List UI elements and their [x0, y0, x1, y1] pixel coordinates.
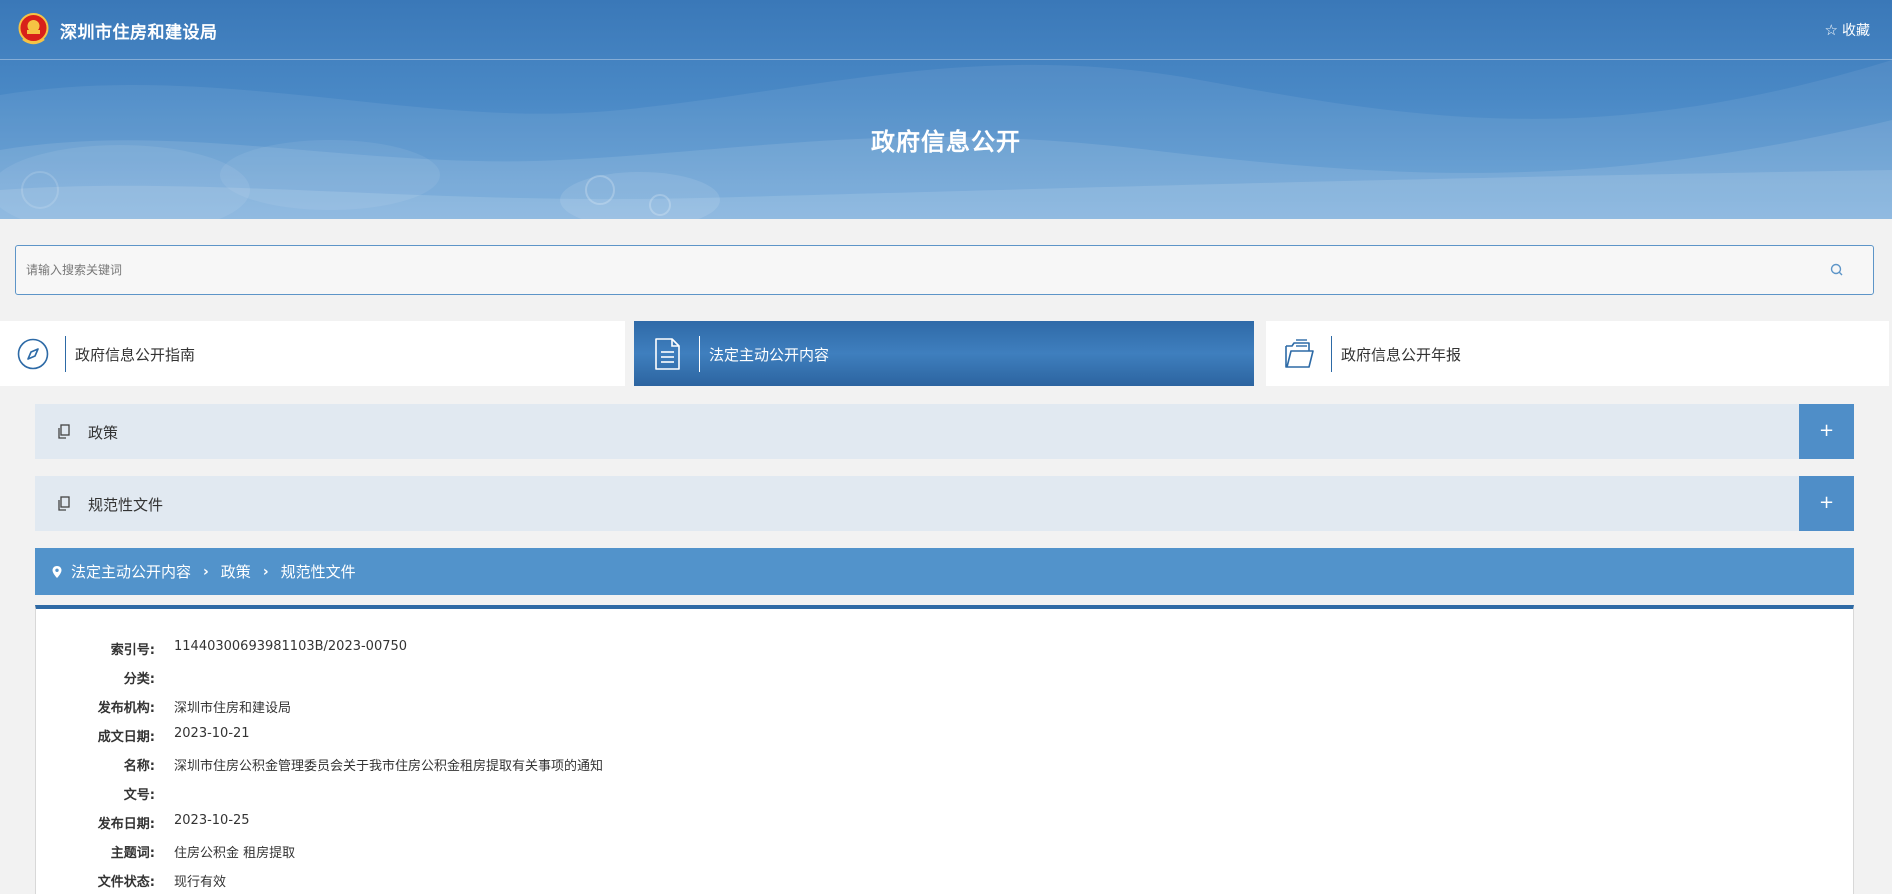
- copy-document-icon: [58, 424, 70, 439]
- metadata-row: 成文日期: 2023-10-21: [36, 726, 1736, 746]
- tab-separator: [65, 336, 66, 372]
- accordion-label: 政策: [88, 424, 119, 442]
- star-icon: ☆: [1824, 20, 1838, 39]
- search-input[interactable]: [24, 246, 1804, 294]
- metadata-key: 文件状态:: [97, 875, 155, 890]
- tab-disclosure-guide[interactable]: 政府信息公开指南: [0, 321, 625, 386]
- chevron-right-icon: ›: [262, 563, 269, 580]
- favorite-label: 收藏: [1842, 23, 1870, 39]
- accordion-label: 规范性文件: [88, 496, 164, 514]
- breadcrumb-link[interactable]: 政策: [221, 561, 251, 582]
- metadata-key: 发布机构:: [97, 701, 155, 716]
- metadata-row: 发布机构: 深圳市住房和建设局: [36, 697, 1736, 717]
- breadcrumb-link[interactable]: 法定主动公开内容: [71, 561, 191, 582]
- metadata-row: 索引号: 11440300693981103B/2023-00750: [36, 639, 1736, 659]
- metadata-value: 深圳市住房公积金管理委员会关于我市住房公积金租房提取有关事项的通知: [174, 759, 604, 774]
- expand-button[interactable]: +: [1799, 404, 1854, 459]
- tab-statutory-content[interactable]: 法定主动公开内容: [634, 321, 1254, 386]
- metadata-value: 现行有效: [174, 875, 227, 890]
- tab-separator: [1331, 336, 1332, 372]
- document-icon: [655, 338, 680, 370]
- top-bar: 深圳市住房和建设局 ☆ 收藏: [0, 0, 1892, 60]
- chevron-right-icon: ›: [203, 563, 209, 580]
- accordion-policy[interactable]: 政策 +: [35, 404, 1854, 459]
- metadata-row: 分类:: [36, 668, 1736, 688]
- metadata-row: 文件状态: 现行有效: [36, 871, 1736, 891]
- metadata-row: 名称: 深圳市住房公积金管理委员会关于我市住房公积金租房提取有关事项的通知: [36, 755, 1736, 775]
- metadata-row: 文号:: [36, 784, 1736, 804]
- tab-annual-report[interactable]: 政府信息公开年报: [1266, 321, 1889, 386]
- search-icon[interactable]: [1829, 262, 1845, 278]
- document-metadata: 索引号: 11440300693981103B/2023-00750 分类: 发…: [35, 605, 1854, 894]
- metadata-key: 文号:: [123, 788, 155, 803]
- accordion-normative-documents[interactable]: 规范性文件 +: [35, 476, 1854, 531]
- national-emblem-logo: [18, 13, 49, 45]
- header-banner: 深圳市住房和建设局 ☆ 收藏 政府信息公开: [0, 0, 1892, 219]
- folder-icon: [1285, 339, 1314, 368]
- tab-label: 法定主动公开内容: [709, 346, 830, 364]
- metadata-value: 11440300693981103B/2023-00750: [174, 639, 408, 654]
- tab-separator: [699, 336, 700, 372]
- metadata-value: 2023-10-25: [174, 813, 250, 828]
- category-tabs: 政府信息公开指南 法定主动公开内容 政府信息公开年报: [0, 321, 1892, 386]
- site-name[interactable]: 深圳市住房和建设局: [60, 18, 218, 43]
- metadata-value: 2023-10-21: [174, 726, 250, 741]
- metadata-value: 住房公积金 租房提取: [174, 846, 296, 861]
- search-bar: [15, 245, 1874, 295]
- breadcrumb-link[interactable]: 规范性文件: [281, 561, 356, 582]
- metadata-row: 发布日期: 2023-10-25: [36, 813, 1736, 833]
- location-pin-icon: [52, 565, 62, 578]
- metadata-key: 发布日期:: [97, 817, 155, 832]
- page-title: 政府信息公开: [871, 128, 1021, 156]
- expand-button[interactable]: +: [1799, 476, 1854, 531]
- metadata-key: 成文日期:: [97, 730, 155, 745]
- copy-document-icon: [58, 496, 70, 511]
- metadata-key: 主题词:: [110, 846, 155, 861]
- metadata-row: 主题词: 住房公积金 租房提取: [36, 842, 1736, 862]
- breadcrumb: 法定主动公开内容 › 政策 › 规范性文件: [35, 548, 1854, 595]
- metadata-value: 深圳市住房和建设局: [174, 701, 292, 716]
- compass-icon: [17, 338, 49, 370]
- favorite-button[interactable]: ☆ 收藏: [1825, 20, 1870, 40]
- metadata-key: 名称:: [123, 759, 155, 774]
- tab-label: 政府信息公开年报: [1341, 346, 1462, 364]
- metadata-key: 索引号:: [110, 643, 155, 658]
- metadata-key: 分类:: [123, 672, 155, 687]
- tab-label: 政府信息公开指南: [75, 346, 196, 364]
